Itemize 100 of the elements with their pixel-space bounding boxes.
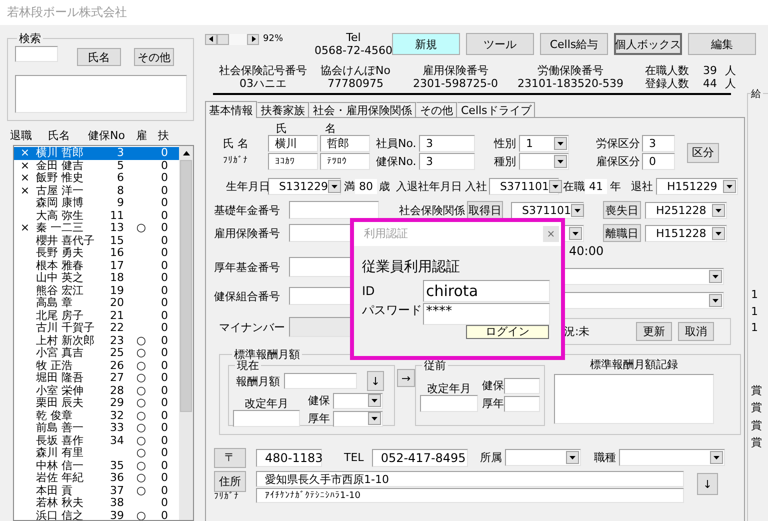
date-button[interactable]: 離職日 — [603, 224, 641, 242]
id-field[interactable]: chirota — [423, 280, 550, 302]
column-header: 健保No — [88, 129, 126, 143]
side-text: 賞 — [751, 435, 763, 451]
dropdown[interactable] — [333, 392, 383, 409]
text-field[interactable] — [233, 410, 300, 428]
time-text: 40:00 — [569, 244, 604, 259]
dropdown[interactable] — [504, 449, 581, 466]
search-field[interactable] — [15, 46, 58, 62]
toolbar-button[interactable]: ツール — [466, 33, 534, 55]
scrollbar-thumb[interactable] — [180, 160, 192, 412]
update-button[interactable]: 更新 — [636, 322, 672, 342]
toolbar-button[interactable]: 個人ボックス — [614, 33, 682, 55]
zoom-level: 92% — [263, 34, 284, 44]
dropdown[interactable]: H151229 — [656, 178, 738, 195]
toolbar-button[interactable]: 編集 — [688, 33, 756, 55]
text-field[interactable]: 3 — [642, 135, 675, 152]
tab[interactable]: 社会・雇用保険関係 — [309, 102, 416, 118]
dropdown[interactable] — [519, 153, 569, 170]
employee-list[interactable] — [13, 145, 194, 521]
other-search-button[interactable]: その他 — [134, 48, 174, 66]
info-value: 03ハニエ — [240, 77, 286, 90]
field-label: 性別 — [494, 137, 517, 150]
dropdown[interactable]: H251228 — [645, 202, 727, 219]
info-label: 雇用保険番号 — [422, 64, 488, 78]
column-header: 扶 — [158, 129, 170, 143]
scroll-left-button[interactable] — [205, 34, 217, 44]
age-value: 80 — [355, 178, 377, 194]
field-label: 健保 — [482, 379, 504, 392]
text-field[interactable] — [289, 201, 379, 220]
text-field[interactable] — [504, 378, 540, 394]
field-label: 社会保険関係 — [399, 204, 466, 217]
text-field[interactable]: 480-1183 — [256, 448, 322, 467]
tab[interactable]: その他 — [416, 102, 457, 118]
caret-icon — [710, 451, 723, 464]
cancel-button[interactable]: 取消 — [678, 322, 714, 342]
side-text: 1 — [751, 304, 759, 320]
dropdown[interactable]: 1 — [519, 135, 569, 152]
field-label: 健保 — [308, 394, 331, 408]
text-field[interactable]: 横川 — [268, 135, 318, 152]
scrollbar[interactable] — [179, 146, 193, 520]
list-row[interactable]: × 横川 哲郎 3 0 — [14, 147, 179, 160]
caret-icon — [709, 294, 722, 308]
tab[interactable]: 扶養家族 — [257, 102, 309, 118]
slider-thumb[interactable] — [217, 34, 229, 44]
text-field[interactable]: 愛知県長久手市西原1-10 — [256, 471, 684, 488]
up-arrow-icon[interactable] — [182, 149, 190, 158]
dropdown[interactable] — [618, 449, 725, 466]
field-label: 報酬月額 — [236, 374, 281, 388]
field-label: 改定年月 — [244, 397, 288, 410]
down-button[interactable]: ↓ — [697, 473, 718, 496]
dropdown[interactable]: S131229 — [268, 178, 341, 195]
date-button[interactable]: 取得日 — [467, 201, 503, 220]
text-field[interactable]: 3 — [419, 153, 475, 170]
down-button[interactable]: ↓ — [367, 371, 384, 392]
address-button[interactable]: 住所 — [214, 471, 246, 492]
field-label: 厚年基金番号 — [214, 260, 281, 274]
column-header: 雇 — [136, 129, 148, 143]
left-arrow-icon — [208, 36, 214, 42]
text-field[interactable]: 052-417-8495 — [372, 448, 468, 467]
dropdown[interactable]: S371101 — [511, 202, 584, 219]
toolbar-button[interactable]: Cells給与 — [540, 33, 608, 55]
dropdown[interactable]: H151228 — [645, 224, 727, 242]
field-label: 生年月日 — [226, 180, 268, 193]
scroll-right-button[interactable] — [247, 34, 259, 44]
dropdown[interactable]: S371101 — [489, 178, 559, 195]
login-button[interactable]: ログイン — [466, 324, 549, 339]
text-field[interactable]: 哲郎 — [320, 135, 370, 152]
field-label: 雇保区分 — [596, 155, 641, 168]
text-field[interactable]: ｱｲﾁｹﾝﾅｶﾞｸﾃｼﾆｼﾊﾗ1-10 — [256, 488, 684, 504]
name-search-button[interactable]: 氏名 — [77, 48, 121, 66]
password-field[interactable]: **** — [423, 302, 550, 325]
text-field[interactable]: 3 — [419, 135, 475, 152]
field-label: 氏 名 — [223, 137, 250, 150]
right-arrow-button[interactable]: → — [397, 369, 415, 388]
dialog-heading: 従業員利用認証 — [362, 259, 461, 276]
text-field[interactable] — [420, 395, 478, 412]
toolbar-button[interactable]: 新規 — [392, 33, 460, 55]
record-title: 標準報酬月額記録 — [590, 358, 678, 372]
tab[interactable]: 基本情報 — [205, 101, 257, 118]
tab[interactable]: Cellsドライブ — [457, 102, 536, 118]
side-text: 賞 — [751, 418, 763, 434]
dropdown[interactable] — [333, 410, 383, 427]
info-label: 労働保険番号 — [538, 64, 604, 78]
text-field[interactable]: ﾖｺｶﾜ — [268, 153, 318, 170]
field-label: 入退社年月日 — [396, 180, 462, 193]
class-button[interactable]: 区分 — [687, 142, 719, 163]
field-label: 改定年月 — [427, 382, 471, 396]
date-button[interactable]: 喪失日 — [603, 201, 641, 220]
field-label: 所属 — [480, 451, 502, 464]
close-button[interactable]: × — [543, 226, 559, 242]
caret-icon — [569, 226, 582, 240]
caret-icon — [368, 394, 381, 408]
text-field[interactable]: 0 — [642, 153, 675, 170]
postal-button[interactable]: 〒 — [214, 448, 246, 468]
text-field[interactable]: ﾃﾂﾛｳ — [320, 153, 370, 170]
text-field[interactable] — [284, 373, 357, 390]
side-text: 1 — [751, 320, 759, 336]
info-label: 協会けんぽNo — [320, 64, 390, 78]
text-field[interactable] — [504, 396, 540, 412]
